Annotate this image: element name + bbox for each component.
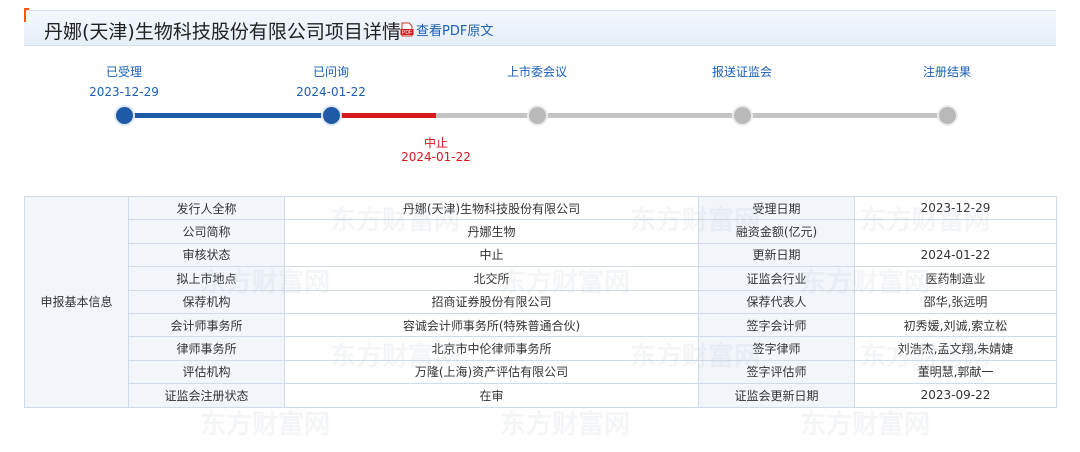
field-label: 律师事务所	[128, 336, 285, 361]
field-value: 刘浩杰,孟文翔,朱婧婕	[854, 336, 1057, 361]
field-value: 北京市中伦律师事务所	[284, 336, 699, 361]
field-label: 保荐机构	[128, 289, 285, 314]
field-label: 公司简称	[128, 219, 285, 244]
table-row: 会计师事务所 容诚会计师事务所(特殊普通合伙) 签字会计师 初秀媛,刘诚,索立松	[25, 312, 1057, 338]
step-listing-committee-node	[529, 107, 546, 124]
field-value: 丹娜生物	[284, 219, 699, 244]
field-value: 中止	[284, 242, 699, 268]
table-row: 律师事务所 北京市中伦律师事务所 签字律师 刘浩杰,孟文翔,朱婧婕	[25, 336, 1057, 361]
field-label: 会计师事务所	[128, 312, 285, 338]
timeline-track-pending	[436, 113, 948, 118]
field-value: 招商证券股份有限公司	[284, 289, 699, 314]
section-label: 申报基本信息	[24, 196, 129, 408]
table-row: 保荐机构 招商证券股份有限公司 保荐代表人 邵华,张远明	[25, 289, 1057, 314]
table-row: 申报基本信息 发行人全称 丹娜(天津)生物科技股份有限公司 受理日期 2023-…	[24, 195, 1057, 408]
field-label: 受理日期	[698, 195, 855, 221]
field-value	[854, 219, 1057, 244]
pdf-file-icon: PDF	[400, 22, 414, 37]
view-pdf-label: 查看PDF原文	[416, 24, 494, 39]
timeline-track-done	[124, 113, 332, 118]
field-label: 签字评估师	[698, 359, 855, 385]
step-inquiry-label: 已问询	[312, 65, 349, 79]
watermark-text: 东方财富网	[500, 410, 631, 440]
watermark-text: 东方财富网	[200, 410, 331, 440]
svg-text:PDF: PDF	[402, 30, 412, 36]
field-value: 丹娜(天津)生物科技股份有限公司	[284, 195, 699, 221]
field-value: 初秀媛,刘诚,索立松	[854, 312, 1057, 338]
step-listing-committee-label: 上市委会议	[506, 65, 567, 79]
field-label: 评估机构	[128, 359, 285, 385]
field-value: 在审	[284, 383, 699, 408]
field-label: 融资金额(亿元)	[698, 219, 855, 244]
field-label: 证监会行业	[698, 266, 855, 291]
field-value: 医药制造业	[854, 266, 1057, 291]
field-label: 保荐代表人	[698, 289, 855, 314]
field-value: 邵华,张远明	[854, 289, 1057, 314]
step-inquiry-node	[323, 107, 340, 124]
view-pdf-link[interactable]: PDF 查看PDF原文	[400, 20, 493, 39]
field-value: 北交所	[284, 266, 699, 291]
table-row: 证监会注册状态 在审 证监会更新日期 2023-09-22	[25, 383, 1057, 408]
field-value: 董明慧,郭献一	[854, 359, 1057, 385]
field-label: 签字律师	[698, 336, 855, 361]
step-accepted-node	[116, 107, 133, 124]
table-row: 评估机构 万隆(上海)资产评估有限公司 签字评估师 董明慧,郭献一	[25, 359, 1057, 385]
table-row: 审核状态 中止 更新日期 2024-01-22	[25, 242, 1057, 268]
field-value: 万隆(上海)资产评估有限公司	[284, 359, 699, 385]
field-label: 拟上市地点	[128, 266, 285, 291]
step-registration-result-node	[939, 107, 956, 124]
halt-label: 中止	[423, 136, 448, 150]
table-row: 公司简称 丹娜生物 融资金额(亿元)	[25, 219, 1057, 244]
page-title: 丹娜(天津)生物科技股份有限公司项目详情	[44, 21, 401, 43]
step-inquiry-date: 2024-01-22	[296, 85, 366, 99]
step-accepted-label: 已受理	[105, 65, 142, 79]
field-label: 审核状态	[128, 242, 285, 268]
field-value: 2024-01-22	[854, 242, 1057, 268]
table-row: 拟上市地点 北交所 证监会行业 医药制造业	[25, 266, 1057, 291]
field-value: 容诚会计师事务所(特殊普通合伙)	[284, 312, 699, 338]
field-label: 证监会更新日期	[698, 383, 855, 408]
field-label: 签字会计师	[698, 312, 855, 338]
field-value: 2023-12-29	[854, 195, 1057, 221]
step-submit-csrc-node	[734, 107, 751, 124]
step-registration-result-label: 注册结果	[922, 65, 971, 79]
basic-info-table: 申报基本信息 发行人全称 丹娜(天津)生物科技股份有限公司 受理日期 2023-…	[24, 195, 1057, 408]
halt-date: 2024-01-22	[401, 150, 471, 164]
step-accepted-date: 2023-12-29	[89, 85, 159, 99]
field-label: 更新日期	[698, 242, 855, 268]
field-value: 2023-09-22	[854, 383, 1057, 408]
field-label: 证监会注册状态	[128, 383, 285, 408]
corner-accent	[24, 8, 29, 22]
watermark-text: 东方财富网	[800, 410, 931, 440]
step-submit-csrc-label: 报送证监会	[711, 65, 772, 79]
field-label: 发行人全称	[128, 195, 285, 221]
timeline-track-halt	[332, 113, 436, 118]
